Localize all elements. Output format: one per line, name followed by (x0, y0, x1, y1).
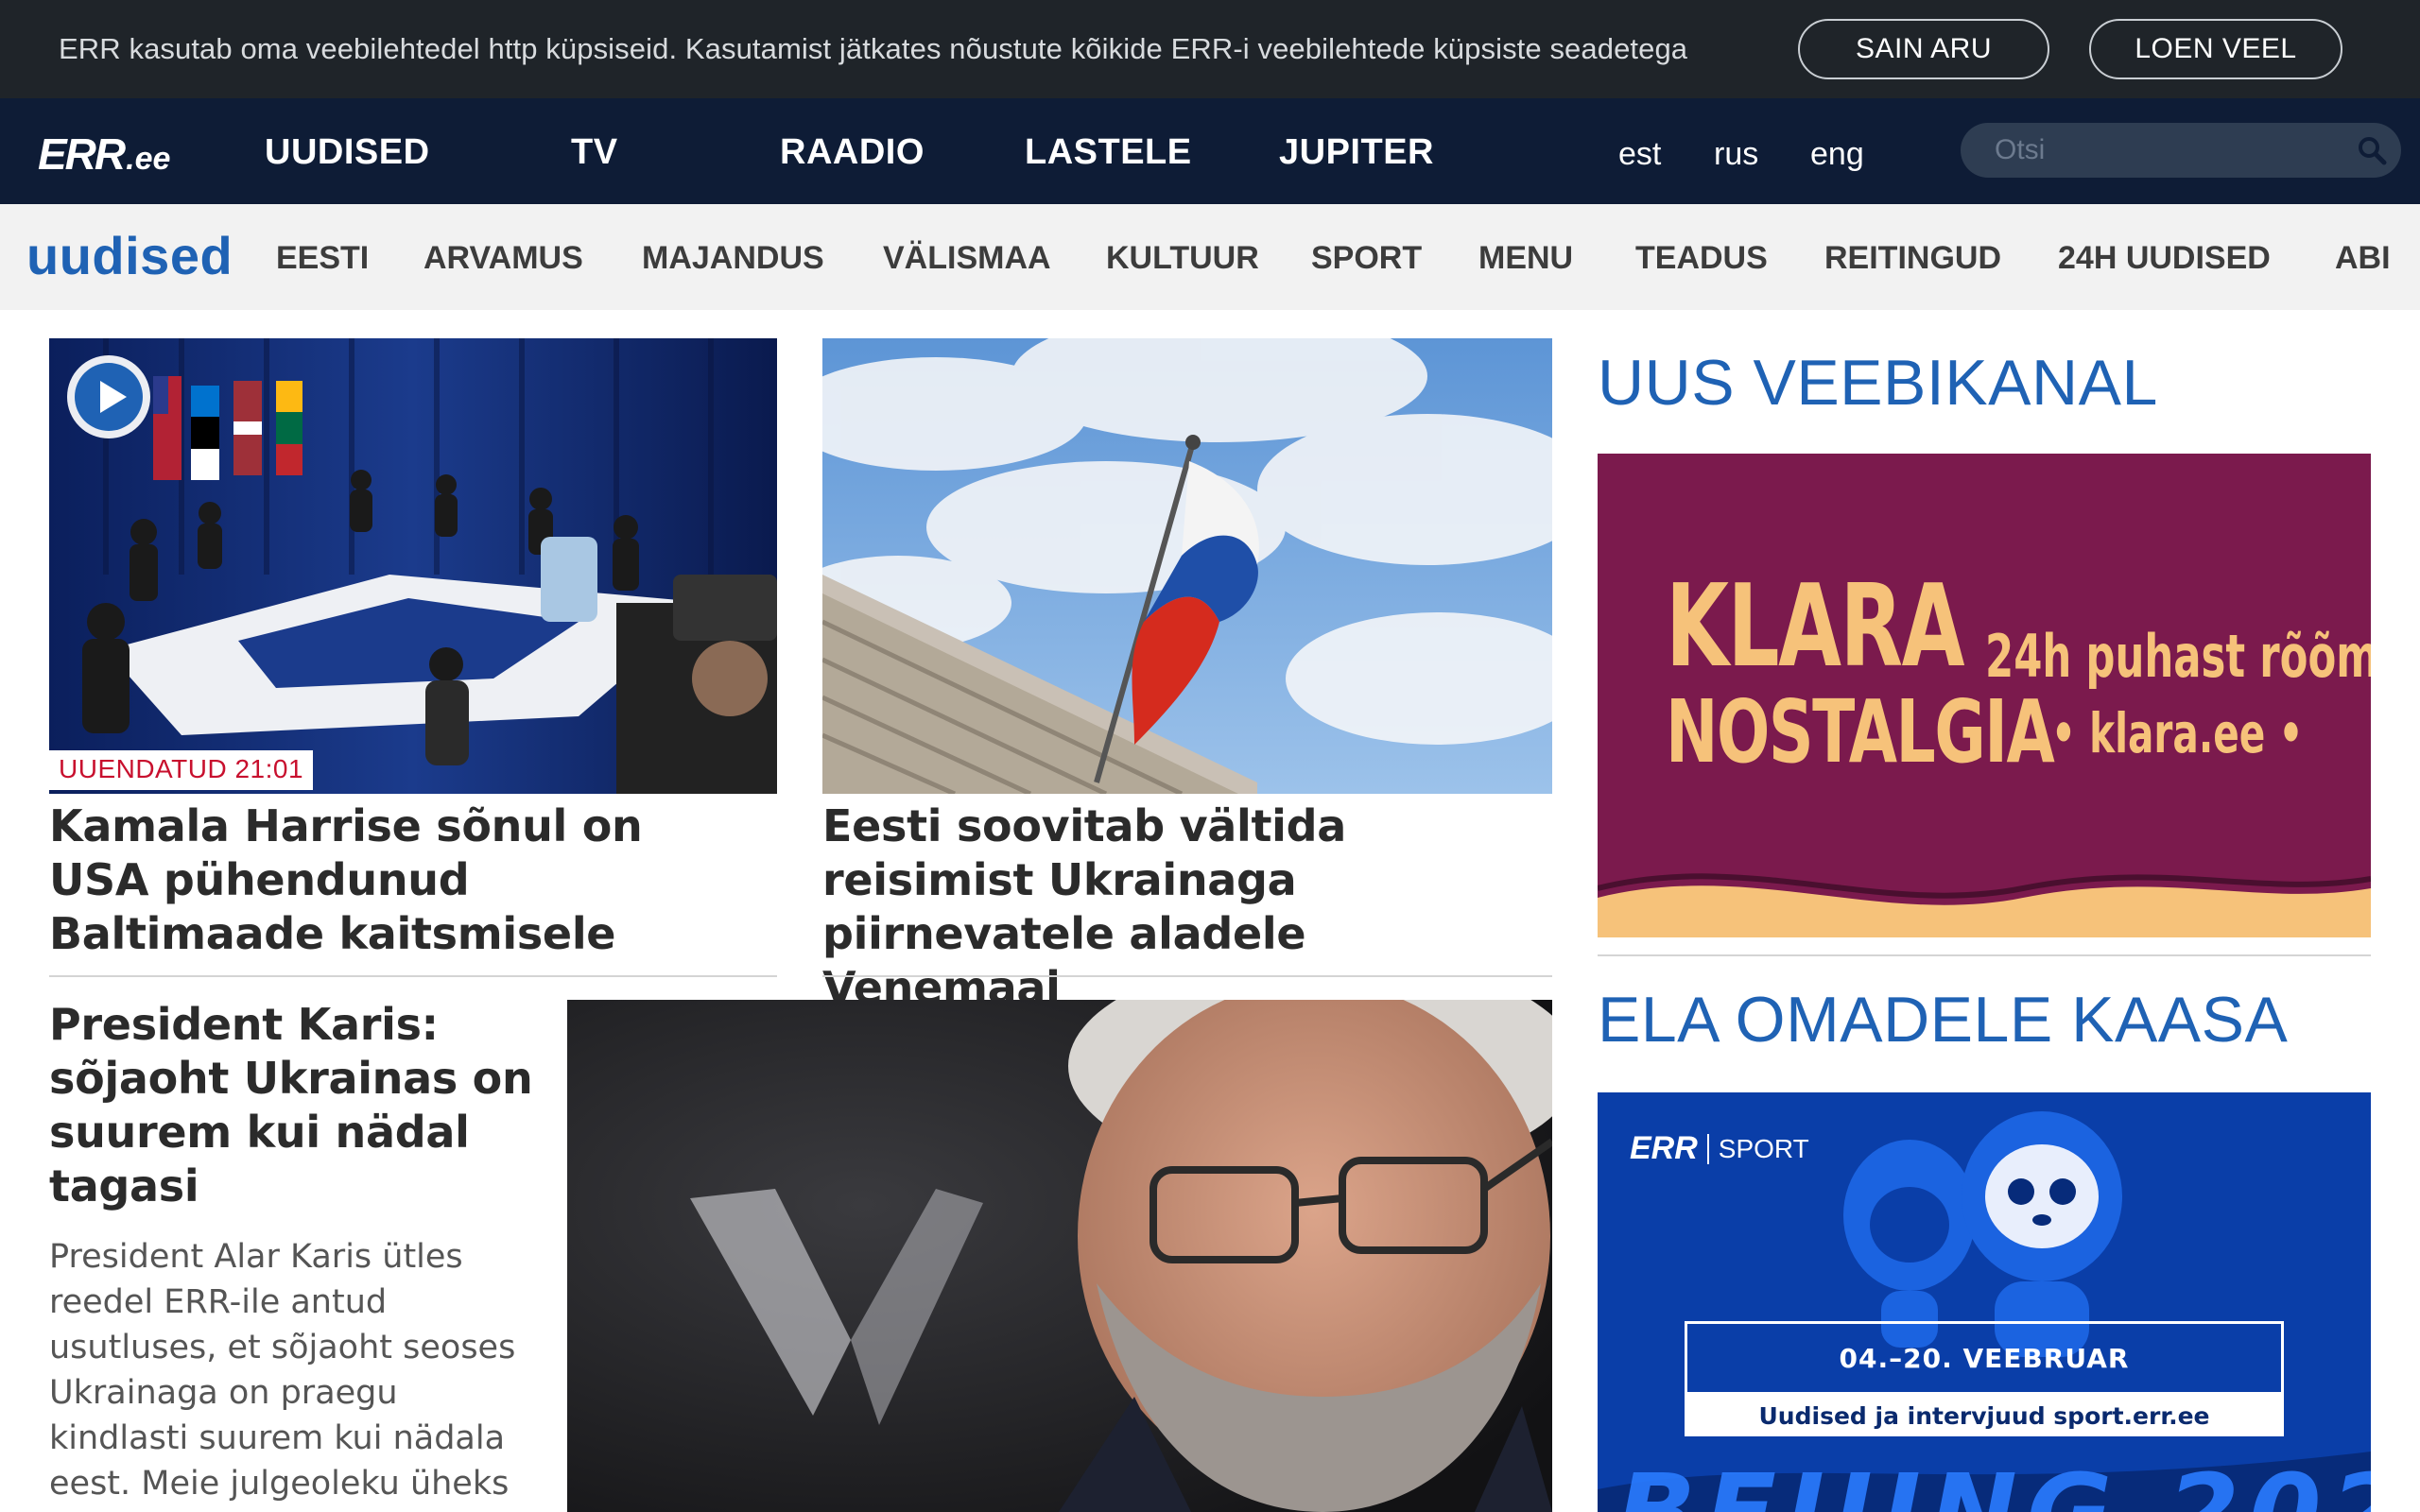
divider (1598, 954, 2371, 956)
klara-line2: NOSTALGIA (1666, 681, 2055, 782)
article-image-russian-flag[interactable] (822, 338, 1552, 794)
subnav-valismaa[interactable]: VÄLISMAA (883, 240, 1051, 277)
article-image-harris-meeting[interactable] (49, 338, 777, 794)
sidebar-heading-new-channel: UUS VEEBIKANAL (1598, 347, 2158, 419)
subnav-menu[interactable]: MENU (1478, 240, 1573, 277)
sport-caption: Uudised ja intervjuud sport.err.ee (1758, 1401, 2210, 1430)
err-logo[interactable]: ERR .ee (38, 129, 170, 180)
main-navigation: ERR .ee UUDISED TV RAADIO LASTELE JUPITE… (0, 98, 2420, 204)
subnav-sport[interactable]: SPORT (1311, 240, 1422, 277)
divider (822, 975, 1552, 977)
klara-url: • klara.ee • (2051, 701, 2304, 765)
section-title[interactable]: uudised (26, 225, 233, 286)
cookie-banner: ERR kasutab oma veebilehtedel http küpsi… (0, 0, 2420, 98)
klara-tagline: 24h puhast rõõmu! (1985, 622, 2371, 691)
article-image-karis[interactable] (567, 1000, 1552, 1512)
subnav-abi[interactable]: ABI (2335, 240, 2391, 277)
subnav-majandus[interactable]: MAJANDUS (642, 240, 824, 277)
err-sport-section: SPORT (1706, 1133, 1809, 1164)
nav-jupiter[interactable]: JUPITER (1279, 132, 1434, 173)
logo-mark: ERR (38, 129, 126, 179)
ad-klara-nostalgia[interactable]: KLARA NOSTALGIA 24h puhast rõõmu! • klar… (1598, 454, 2371, 937)
lang-est[interactable]: est (1618, 136, 1661, 173)
subnav-24h-uudised[interactable]: 24H UUDISED (2058, 240, 2271, 277)
logo-suffix: .ee (126, 141, 171, 177)
sport-caption-box: Uudised ja intervjuud sport.err.ee (1685, 1395, 2284, 1436)
cookie-read-more-button[interactable]: LOEN VEEL (2089, 19, 2342, 79)
article-lead-karis: President Alar Karis ütles reedel ERR-il… (49, 1238, 516, 1512)
subnav-arvamus[interactable]: ARVAMUS (424, 240, 583, 277)
search-input[interactable] (1995, 132, 2335, 168)
karis-photo (567, 1000, 1552, 1512)
cookie-accept-button[interactable]: SAIN ARU (1798, 19, 2049, 79)
lang-eng[interactable]: eng (1810, 136, 1864, 173)
subnav-reitingud[interactable]: REITINGUD (1824, 240, 2001, 277)
nav-lastele[interactable]: LASTELE (1025, 132, 1192, 173)
headline-karis[interactable]: President Karis: sõjaoht Ukrainas on suu… (49, 998, 541, 1213)
play-icon[interactable] (64, 352, 153, 441)
subnav-kultuur[interactable]: KULTUUR (1106, 240, 1259, 277)
headline-harris[interactable]: Kamala Harrise sõnul on USA pühendunud B… (49, 799, 749, 961)
search-box (1961, 123, 2401, 178)
flag-photo (822, 338, 1552, 794)
sidebar-heading-support: ELA OMADELE KAASA (1598, 984, 2289, 1056)
sport-event-title: BEIJING 2022 (1616, 1452, 2371, 1512)
section-navigation: uudised EESTI ARVAMUS MAJANDUS VÄLISMAA … (0, 204, 2420, 310)
cookie-text: ERR kasutab oma veebilehtedel http küpsi… (59, 32, 1688, 65)
updated-badge: UUENDATUD 21:01 (49, 750, 314, 790)
err-sport-logo: ERR SPORT (1630, 1130, 1809, 1167)
nav-raadio[interactable]: RAADIO (780, 132, 925, 173)
ad-err-sport-beijing[interactable]: ERR SPORT 04.–20. VEEBRUAR Uudised ja in… (1598, 1092, 2371, 1512)
meeting-photo (49, 338, 777, 794)
err-sport-brand: ERR (1630, 1130, 1698, 1166)
headline-travel-advice[interactable]: Eesti soovitab vältida reisimist Ukraina… (822, 799, 1541, 1015)
lang-rus[interactable]: rus (1714, 136, 1758, 173)
search-icon[interactable] (2356, 134, 2388, 166)
subnav-eesti[interactable]: EESTI (276, 240, 369, 277)
sport-dates: 04.–20. VEEBRUAR (1839, 1342, 2130, 1374)
sport-dates-box: 04.–20. VEEBRUAR (1685, 1321, 2284, 1395)
nav-uudised[interactable]: UUDISED (265, 132, 430, 173)
divider (49, 975, 777, 977)
subnav-teadus[interactable]: TEADUS (1635, 240, 1768, 277)
nav-tv[interactable]: TV (571, 132, 618, 173)
